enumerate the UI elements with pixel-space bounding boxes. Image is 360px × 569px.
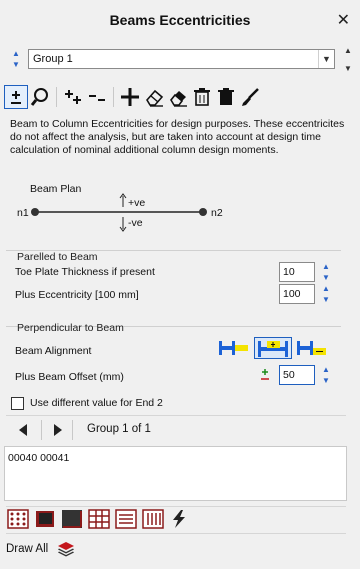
plus-minus-small-icon (261, 369, 269, 380)
trash-filled-button[interactable] (214, 85, 238, 109)
toe-plate-spinner[interactable]: ▲ ▼ (321, 262, 331, 282)
plus-eccentricity-spinner[interactable]: ▲ ▼ (321, 284, 331, 304)
beam-offset-input[interactable]: 50 (279, 365, 315, 385)
draw-all-label: Draw All (6, 543, 49, 555)
add-icon (121, 88, 139, 106)
beam-offset-label: Plus Beam Offset (mm) (15, 371, 124, 383)
remove-multiple-button[interactable] (85, 85, 109, 109)
beam-alignment-label: Beam Alignment (15, 345, 92, 357)
previous-icon[interactable] (17, 423, 29, 437)
toolbar-divider (113, 87, 114, 107)
plus-minus-icon (11, 91, 21, 104)
end2-checkbox[interactable] (11, 397, 24, 410)
group-select[interactable]: Group 1 ▼ (28, 49, 335, 69)
trash-outline-button[interactable] (190, 85, 214, 109)
scroll-up-icon[interactable]: ▲ (344, 46, 352, 55)
fill-square-icon[interactable] (61, 509, 83, 529)
beam-offset-spinner[interactable]: ▲ ▼ (321, 365, 331, 385)
spin-down-icon[interactable]: ▼ (12, 60, 20, 69)
group-select-value: Group 1 (33, 53, 73, 65)
spin-up-icon[interactable]: ▲ (12, 49, 20, 58)
hash-grid-icon[interactable] (88, 509, 110, 529)
add-multiple-icon (65, 90, 81, 104)
remove-multiple-icon (89, 95, 105, 101)
chevron-down-icon[interactable]: ▼ (318, 50, 334, 68)
plus-eccentricity-input[interactable]: 100 (279, 284, 315, 304)
add-button[interactable] (118, 85, 142, 109)
add-multiple-button[interactable] (61, 85, 85, 109)
align-right-icon[interactable] (295, 337, 329, 359)
trash-outline-icon (194, 88, 210, 106)
eraser-icon (146, 89, 164, 107)
view-toolbar (7, 508, 207, 530)
end2-checkbox-label: Use different value for End 2 (30, 397, 163, 409)
layers-icon (58, 542, 75, 557)
beam-plan-diagram (31, 193, 207, 232)
spin-up-icon[interactable]: ▲ (322, 262, 330, 271)
divider (6, 533, 346, 534)
toe-plate-input[interactable]: 10 (279, 262, 315, 282)
toolbar-divider (56, 87, 57, 107)
grid-dots-icon[interactable] (7, 509, 29, 529)
frame-icon[interactable] (34, 509, 56, 529)
window-title: Beams Eccentricities (109, 12, 251, 28)
align-center-icon[interactable] (254, 337, 292, 359)
parallel-group-title: Parelled to Beam (17, 251, 98, 263)
spin-down-icon[interactable]: ▼ (322, 273, 330, 282)
divider (6, 506, 346, 507)
brush-button[interactable] (238, 85, 262, 109)
close-icon[interactable]: ✕ (337, 10, 350, 30)
member-list[interactable]: 00040 00041 (4, 446, 347, 501)
panel-scrollbar[interactable]: ▲ ▼ (341, 46, 355, 73)
horizontal-lines-icon[interactable] (115, 509, 137, 529)
negative-direction-label: -ve (128, 217, 143, 229)
spin-down-icon[interactable]: ▼ (322, 295, 330, 304)
spin-up-icon[interactable]: ▲ (322, 284, 330, 293)
divider (41, 420, 42, 440)
brush-icon (242, 88, 259, 106)
node-end-label: n2 (211, 207, 223, 219)
eraser-button[interactable] (142, 85, 166, 109)
toolbar (4, 84, 354, 110)
group-counter: Group 1 of 1 (87, 423, 151, 435)
list-item[interactable]: 00040 00041 (8, 452, 343, 464)
next-icon[interactable] (52, 423, 64, 437)
toe-plate-label: Toe Plate Thickness if present (15, 266, 155, 278)
search-button[interactable] (28, 85, 52, 109)
align-left-icon[interactable] (217, 337, 251, 359)
plus-eccentricity-label: Plus Eccentricity [100 mm] (15, 289, 139, 301)
node-start-label: n1 (17, 207, 29, 219)
perpendicular-group-title: Perpendicular to Beam (17, 322, 124, 334)
spin-up-icon[interactable]: ▲ (322, 365, 330, 374)
eraser-filled-icon (170, 91, 187, 107)
divider (6, 415, 346, 416)
eraser-filled-button[interactable] (166, 85, 190, 109)
group-spinner[interactable]: ▲ ▼ (11, 49, 21, 69)
search-icon (30, 88, 48, 106)
positive-direction-label: +ve (128, 197, 146, 209)
plus-minus-button[interactable] (4, 85, 28, 109)
title-bar: Beams Eccentricities ✕ (0, 0, 360, 40)
draw-all-button[interactable]: Draw All (6, 538, 96, 560)
lightning-icon[interactable] (169, 509, 189, 529)
divider (72, 420, 73, 440)
vertical-lines-icon[interactable] (142, 509, 164, 529)
trash-filled-icon (218, 88, 234, 105)
beam-alignment-options (217, 337, 335, 359)
spin-down-icon[interactable]: ▼ (322, 376, 330, 385)
description-text: Beam to Column Eccentricities for design… (10, 118, 345, 156)
scroll-down-icon[interactable]: ▼ (344, 64, 352, 73)
